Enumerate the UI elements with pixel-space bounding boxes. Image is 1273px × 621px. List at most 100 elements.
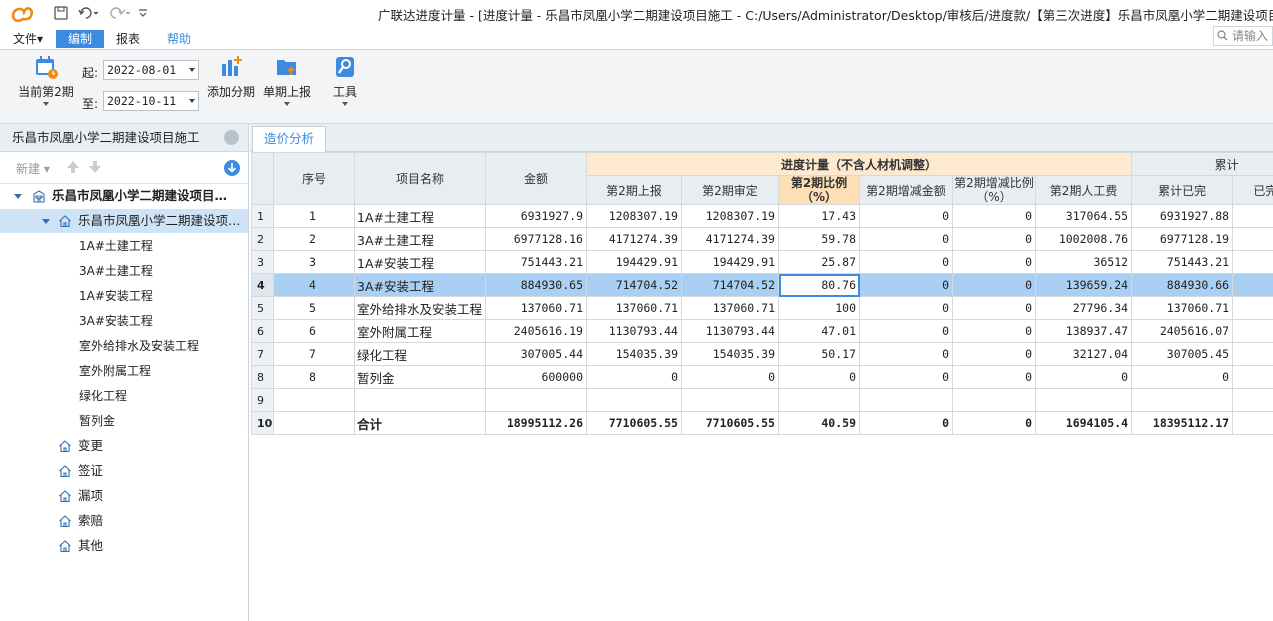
cell-labor[interactable]: 1002008.76: [1034, 227, 1133, 251]
cell-labor[interactable]: 317064.55: [1034, 204, 1133, 228]
start-date-input[interactable]: 2022-08-01: [103, 60, 199, 80]
cell-name[interactable]: 合计: [354, 411, 486, 435]
expand-toggle-icon[interactable]: [42, 219, 50, 224]
table-row[interactable]: 4 4 3A#安装工程 884930.65 714704.52 714704.52 80.7…: [251, 273, 1273, 297]
cell-name[interactable]: 3A#安装工程: [354, 273, 486, 297]
cell-seq[interactable]: 8: [273, 365, 355, 389]
cell-cum-done[interactable]: 884930.66: [1131, 273, 1234, 297]
table-row[interactable]: 6 6 室外附属工程 2405616.19 1130793.44 1130793.44 47…: [251, 319, 1273, 343]
tree-item[interactable]: 乐昌市凤凰小学二期建设项…: [0, 209, 248, 233]
table-row[interactable]: 5 5 室外给排水及安装工程 137060.71 137060.71 137060.71 1…: [251, 296, 1273, 320]
cell-reported[interactable]: 194429.91: [586, 250, 682, 274]
cell-amount[interactable]: 751443.21: [485, 250, 587, 274]
cell-change-amount[interactable]: 0: [859, 342, 953, 366]
cell-change-amount[interactable]: 0: [859, 411, 953, 435]
tab-cost-analysis[interactable]: 造价分析: [252, 126, 326, 152]
menu-edit[interactable]: 编制: [56, 30, 104, 48]
tree-item[interactable]: 室外附属工程: [0, 359, 248, 383]
tree-item[interactable]: 索赔: [0, 509, 248, 533]
cell-reported[interactable]: [586, 388, 682, 412]
cell-reported[interactable]: 0: [586, 365, 682, 389]
header-amount[interactable]: 金额: [485, 152, 587, 205]
cell-reported[interactable]: 1208307.19: [586, 204, 682, 228]
cell-change-ratio[interactable]: 0: [952, 250, 1036, 274]
save-icon[interactable]: [54, 5, 68, 21]
cell-approved[interactable]: 714704.52: [681, 273, 779, 297]
table-row[interactable]: 9: [251, 388, 1273, 412]
cell-amount[interactable]: 137060.71: [485, 296, 587, 320]
cell-ratio[interactable]: 17.43: [778, 204, 860, 228]
tree-item[interactable]: 1A#土建工程: [0, 234, 248, 258]
tree-item[interactable]: 室外给排水及安装工程: [0, 334, 248, 358]
cell-change-ratio[interactable]: [952, 388, 1036, 412]
cell-cum-ratio[interactable]: [1232, 204, 1273, 228]
cell-cum-ratio[interactable]: [1232, 365, 1273, 389]
cell-change-amount[interactable]: 0: [859, 204, 953, 228]
cell-amount[interactable]: 6931927.9: [485, 204, 587, 228]
cell-labor[interactable]: 0: [1034, 365, 1133, 389]
cell-change-amount[interactable]: 0: [859, 365, 953, 389]
cell-name[interactable]: 室外给排水及安装工程: [354, 296, 486, 320]
tree-item[interactable]: 1A#安装工程: [0, 284, 248, 308]
total-row[interactable]: 10 合计 18995112.26 7710605.55 7710605.55 40.59…: [251, 411, 1273, 435]
cell-amount[interactable]: 6977128.16: [485, 227, 587, 251]
cell-change-amount[interactable]: 0: [859, 296, 953, 320]
cell-cum-done[interactable]: 6977128.19: [1131, 227, 1234, 251]
cell-cum-done[interactable]: 2405616.07: [1131, 319, 1234, 343]
expand-toggle-icon[interactable]: [14, 194, 22, 199]
cell-ratio[interactable]: 80.76: [778, 273, 860, 297]
header-labor[interactable]: 第2期人工费: [1034, 175, 1133, 205]
cell-ratio[interactable]: 0: [778, 365, 860, 389]
cell-labor[interactable]: 1694105.4: [1034, 411, 1133, 435]
cell-approved[interactable]: 4171274.39: [681, 227, 779, 251]
cell-change-amount[interactable]: 0: [859, 319, 953, 343]
cell-seq[interactable]: [273, 388, 355, 412]
cell-change-ratio[interactable]: 0: [952, 296, 1036, 320]
cell-approved[interactable]: 1208307.19: [681, 204, 779, 228]
undo-icon[interactable]: [78, 5, 100, 21]
cell-change-ratio[interactable]: 0: [952, 342, 1036, 366]
cell-ratio[interactable]: 100: [778, 296, 860, 320]
cell-reported[interactable]: 7710605.55: [586, 411, 682, 435]
collapse-panel-icon[interactable]: [224, 130, 239, 145]
cell-change-amount[interactable]: 0: [859, 227, 953, 251]
cell-ratio[interactable]: 59.78: [778, 227, 860, 251]
header-reported[interactable]: 第2期上报: [586, 175, 682, 205]
cell-change-amount[interactable]: 0: [859, 273, 953, 297]
cell-reported[interactable]: 1130793.44: [586, 319, 682, 343]
cell-name[interactable]: 室外附属工程: [354, 319, 486, 343]
header-change-amount[interactable]: 第2期增减金额: [859, 175, 953, 205]
cell-cum-ratio[interactable]: [1232, 342, 1273, 366]
cell-cum-done[interactable]: 137060.71: [1131, 296, 1234, 320]
cell-cum-ratio[interactable]: [1232, 227, 1273, 251]
tree-item[interactable]: 暂列金: [0, 409, 248, 433]
cell-seq[interactable]: 4: [273, 273, 355, 297]
customize-quick-access-icon[interactable]: [138, 5, 148, 21]
header-ratio[interactable]: 第2期比例（%）: [778, 175, 860, 205]
cell-name[interactable]: 1A#安装工程: [354, 250, 486, 274]
cell-cum-ratio[interactable]: [1232, 319, 1273, 343]
cell-name[interactable]: [354, 388, 486, 412]
cell-name[interactable]: 绿化工程: [354, 342, 486, 366]
cell-reported[interactable]: 137060.71: [586, 296, 682, 320]
menu-help[interactable]: 帮助: [161, 30, 197, 48]
cell-seq[interactable]: 5: [273, 296, 355, 320]
download-icon[interactable]: [224, 160, 240, 176]
cell-labor[interactable]: 27796.34: [1034, 296, 1133, 320]
cell-amount[interactable]: 600000: [485, 365, 587, 389]
cell-amount[interactable]: 2405616.19: [485, 319, 587, 343]
new-button[interactable]: 新建 ▾: [16, 160, 50, 177]
cell-approved[interactable]: [681, 388, 779, 412]
single-report-button[interactable]: 单期上报: [261, 54, 313, 106]
cell-seq[interactable]: 6: [273, 319, 355, 343]
cell-ratio[interactable]: 47.01: [778, 319, 860, 343]
table-row[interactable]: 7 7 绿化工程 307005.44 154035.39 154035.39 50.17 0 0…: [251, 342, 1273, 366]
tree-item[interactable]: 签证: [0, 459, 248, 483]
cell-name[interactable]: 暂列金: [354, 365, 486, 389]
cell-change-ratio[interactable]: 0: [952, 204, 1036, 228]
cell-labor[interactable]: [1034, 388, 1133, 412]
cell-labor[interactable]: 138937.47: [1034, 319, 1133, 343]
cell-amount[interactable]: 307005.44: [485, 342, 587, 366]
table-row[interactable]: 1 1 1A#土建工程 6931927.9 1208307.19 1208307.19 17…: [251, 204, 1273, 228]
move-down-icon[interactable]: [88, 160, 102, 174]
